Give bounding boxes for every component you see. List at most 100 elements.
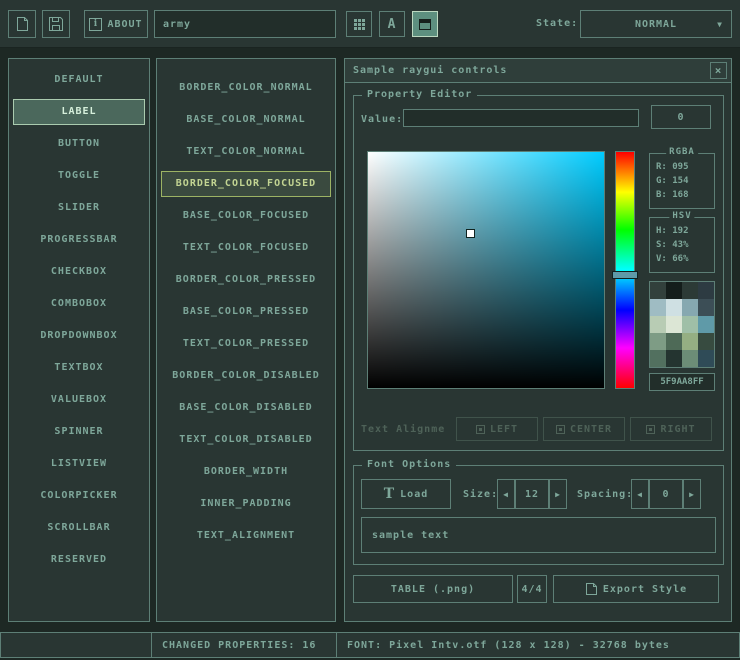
align-right-icon [646, 425, 655, 434]
hex-color-value[interactable]: 5F9AA8FF [649, 373, 715, 391]
new-file-icon [15, 16, 30, 32]
color-swatch[interactable] [666, 350, 682, 367]
align-center-button[interactable]: CENTER [543, 417, 625, 441]
property-item[interactable]: TEXT_COLOR_NORMAL [161, 139, 331, 165]
control-item-textbox[interactable]: TEXTBOX [13, 355, 145, 381]
controls-view-button[interactable] [412, 11, 438, 37]
hue-slider-handle[interactable] [612, 271, 638, 279]
rguistyler-window: i ABOUT A State: NORMAL ▼ DEFAULT LABEL … [0, 0, 740, 660]
window-icon [418, 18, 432, 31]
font-size-increment-button[interactable]: ▶ [549, 479, 567, 509]
save-style-button[interactable] [42, 10, 70, 38]
control-item-progressbar[interactable]: PROGRESSBAR [13, 227, 145, 253]
property-item[interactable]: BORDER_COLOR_NORMAL [161, 75, 331, 101]
value-input[interactable] [403, 109, 639, 127]
color-swatch[interactable] [666, 299, 682, 316]
control-item-valuebox[interactable]: VALUEBOX [13, 387, 145, 413]
control-item-combobox[interactable]: COMBOBOX [13, 291, 145, 317]
font-spacing-value-text: 0 [662, 489, 669, 500]
rgba-r-value: R: 095 [650, 160, 714, 174]
font-view-button[interactable]: A [379, 11, 405, 37]
control-item-checkbox[interactable]: CHECKBOX [13, 259, 145, 285]
value-spinner-box[interactable]: 0 [651, 105, 711, 129]
font-spacing-value[interactable]: 0 [649, 479, 683, 509]
text-alignment-label: Text Alignme [361, 424, 445, 435]
align-left-button[interactable]: LEFT [456, 417, 538, 441]
property-item-selected[interactable]: BORDER_COLOR_FOCUSED [161, 171, 331, 197]
property-item[interactable]: BORDER_WIDTH [161, 459, 331, 485]
sample-text-box[interactable]: sample text [361, 517, 716, 553]
state-dropdown[interactable]: NORMAL ▼ [580, 10, 732, 38]
property-item[interactable]: BORDER_COLOR_PRESSED [161, 267, 331, 293]
font-size-value[interactable]: 12 [515, 479, 549, 509]
color-swatch[interactable] [682, 333, 698, 350]
color-swatch[interactable] [698, 350, 714, 367]
color-swatch[interactable] [666, 316, 682, 333]
color-swatch[interactable] [650, 299, 666, 316]
style-name-input[interactable] [154, 10, 336, 38]
font-spacing-decrement-button[interactable]: ◀ [631, 479, 649, 509]
property-item[interactable]: INNER_PADDING [161, 491, 331, 517]
style-table-view-button[interactable] [346, 11, 372, 37]
property-editor-group-label: Property Editor [362, 89, 477, 100]
control-item-dropdownbox[interactable]: DROPDOWNBOX [13, 323, 145, 349]
color-swatch[interactable] [666, 282, 682, 299]
color-swatch[interactable] [682, 282, 698, 299]
control-item-colorpicker[interactable]: COLORPICKER [13, 483, 145, 509]
hue-bar[interactable] [615, 151, 635, 389]
property-item[interactable]: BASE_COLOR_PRESSED [161, 299, 331, 325]
toolbar: i ABOUT A State: NORMAL ▼ [0, 0, 740, 48]
color-swatch[interactable] [650, 350, 666, 367]
align-left-label: LEFT [490, 424, 518, 435]
font-load-button[interactable]: T Load [361, 479, 451, 509]
control-item-spinner[interactable]: SPINNER [13, 419, 145, 445]
color-swatch[interactable] [650, 316, 666, 333]
align-right-button[interactable]: RIGHT [630, 417, 712, 441]
color-swatch[interactable] [650, 333, 666, 350]
control-item-slider[interactable]: SLIDER [13, 195, 145, 221]
control-item-scrollbar[interactable]: SCROLLBAR [13, 515, 145, 541]
property-item[interactable]: BASE_COLOR_NORMAL [161, 107, 331, 133]
window-titlebar[interactable]: Sample raygui controls × [345, 59, 731, 83]
property-item[interactable]: TEXT_COLOR_FOCUSED [161, 235, 331, 261]
property-item[interactable]: TEXT_ALIGNMENT [161, 523, 331, 549]
grid-icon [353, 18, 366, 31]
about-button[interactable]: i ABOUT [84, 10, 148, 38]
property-item[interactable]: BASE_COLOR_DISABLED [161, 395, 331, 421]
color-picker-cursor[interactable] [467, 230, 474, 237]
color-swatch[interactable] [698, 333, 714, 350]
color-swatch[interactable] [698, 316, 714, 333]
color-swatch-grid [649, 281, 715, 368]
property-item[interactable]: TEXT_COLOR_PRESSED [161, 331, 331, 357]
color-swatch[interactable] [682, 350, 698, 367]
control-item-default[interactable]: DEFAULT [13, 67, 145, 93]
chevron-right-icon: ▶ [555, 490, 561, 499]
control-item-listview[interactable]: LISTVIEW [13, 451, 145, 477]
control-item-reserved[interactable]: RESERVED [13, 547, 145, 573]
letter-a-icon: A [388, 17, 397, 32]
color-swatch[interactable] [666, 333, 682, 350]
font-spacing-increment-button[interactable]: ▶ [683, 479, 701, 509]
chevron-left-icon: ◀ [637, 490, 643, 499]
font-size-decrement-button[interactable]: ◀ [497, 479, 515, 509]
chevron-down-icon: ▼ [717, 20, 723, 29]
property-item[interactable]: TEXT_COLOR_DISABLED [161, 427, 331, 453]
control-item-toggle[interactable]: TOGGLE [13, 163, 145, 189]
property-item[interactable]: BORDER_COLOR_DISABLED [161, 363, 331, 389]
color-swatch[interactable] [682, 316, 698, 333]
new-style-button[interactable] [8, 10, 36, 38]
property-item[interactable]: BASE_COLOR_FOCUSED [161, 203, 331, 229]
color-swatch[interactable] [698, 299, 714, 316]
control-item-label[interactable]: LABEL [13, 99, 145, 125]
color-picker-gradient[interactable] [367, 151, 605, 389]
sample-text: sample text [372, 530, 449, 541]
hsv-s-value: S: 43% [650, 238, 714, 252]
close-window-button[interactable]: × [710, 62, 727, 79]
color-swatch[interactable] [698, 282, 714, 299]
export-format-button[interactable]: TABLE (.png) [353, 575, 513, 603]
color-swatch[interactable] [650, 282, 666, 299]
color-swatch[interactable] [682, 299, 698, 316]
export-style-button[interactable]: Export Style [553, 575, 719, 603]
font-size-value-text: 12 [525, 489, 539, 500]
control-item-button[interactable]: BUTTON [13, 131, 145, 157]
